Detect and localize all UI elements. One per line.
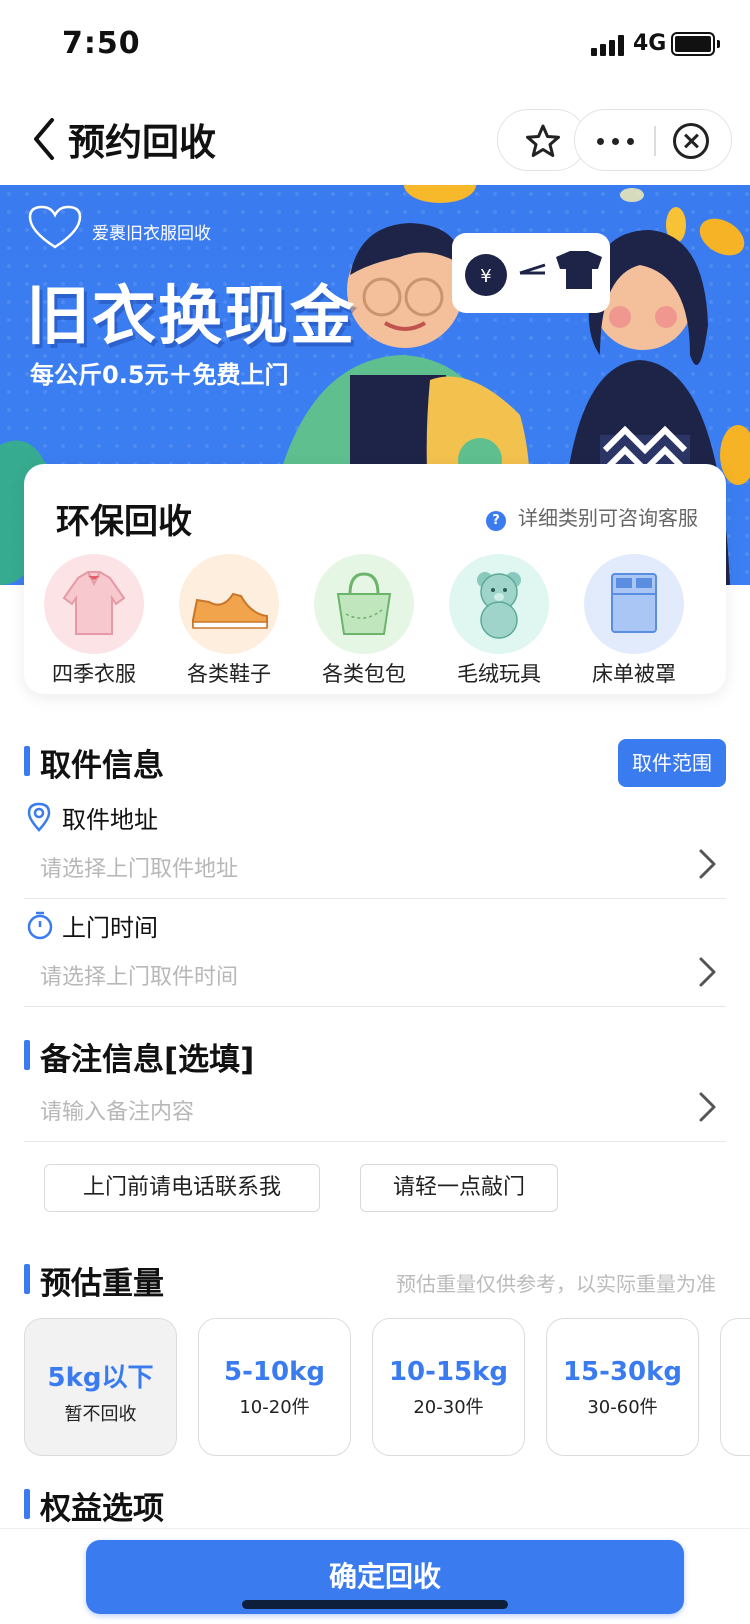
- remark-tag-call[interactable]: 上门前请电话联系我: [44, 1164, 320, 1212]
- chevron-right-icon: [699, 1092, 716, 1122]
- category-plush-toys[interactable]: 毛绒玩具: [439, 554, 559, 688]
- eco-recycle-card: 环保回收 ? 详细类别可咨询客服 四季衣服 各类鞋子 各类包包 毛绒玩具 床单被…: [24, 464, 726, 694]
- remark-title: 备注信息[选填]: [40, 1042, 255, 1078]
- weight-title: 预估重量: [40, 1266, 164, 1302]
- teddy-bear-icon: [449, 554, 549, 654]
- help-icon: ?: [486, 511, 506, 531]
- shoe-icon: [179, 554, 279, 654]
- chevron-right-icon: [699, 849, 716, 879]
- category-label: 各类包包: [322, 662, 406, 686]
- nav-bar: 预约回收: [0, 100, 750, 184]
- address-placeholder: 请选择上门取件地址: [40, 857, 239, 882]
- eco-hint-text: 详细类别可咨询客服: [518, 506, 698, 530]
- weight-range: 5-10kg: [224, 1357, 325, 1387]
- category-shoes[interactable]: 各类鞋子: [169, 554, 289, 688]
- bag-icon: [314, 554, 414, 654]
- svg-text:¥: ¥: [480, 266, 491, 287]
- back-arrow-icon[interactable]: [30, 116, 60, 162]
- page-title: 预约回收: [68, 121, 216, 164]
- weight-option[interactable]: 10-15kg 20-30件: [372, 1318, 525, 1456]
- status-time: 7:50: [62, 26, 141, 61]
- section-accent-bar: [24, 1489, 30, 1519]
- category-label: 各类鞋子: [187, 662, 271, 686]
- category-clothes[interactable]: 四季衣服: [34, 554, 154, 688]
- section-accent-bar: [24, 1264, 30, 1294]
- pickup-title: 取件信息: [40, 748, 164, 784]
- remark-tag-knock[interactable]: 请轻一点敲门: [360, 1164, 558, 1212]
- location-pin-icon: [27, 802, 51, 832]
- weight-items: 10-20件: [239, 1397, 310, 1418]
- eco-hint[interactable]: ? 详细类别可咨询客服: [486, 502, 698, 531]
- category-label: 床单被罩: [592, 662, 676, 686]
- category-bedding[interactable]: 床单被罩: [574, 554, 694, 688]
- banner-subline: 每公斤0.5元＋免费上门: [30, 361, 289, 389]
- remark-placeholder: 请输入备注内容: [40, 1100, 195, 1125]
- weight-range: 15-30kg: [562, 1357, 683, 1387]
- star-icon: [526, 124, 560, 157]
- address-picker[interactable]: 请选择上门取件地址: [24, 845, 726, 899]
- time-placeholder: 请选择上门取件时间: [40, 965, 239, 990]
- weight-option[interactable]: 5-10kg 10-20件: [198, 1318, 351, 1456]
- weight-range: 5kg以下: [47, 1363, 154, 1393]
- weight-option[interactable]: 5kg以下 暂不回收: [24, 1318, 177, 1456]
- pickup-range-button[interactable]: 取件范围: [618, 739, 726, 787]
- weight-items: 暂不回收: [64, 1404, 137, 1425]
- category-label: 四季衣服: [52, 662, 136, 686]
- brand-name: 爱裹旧衣服回收: [92, 224, 211, 244]
- category-bags[interactable]: 各类包包: [304, 554, 424, 688]
- miniapp-capsule: [574, 109, 732, 171]
- signal-icon: [591, 34, 625, 56]
- section-accent-bar: [24, 746, 30, 776]
- remark-input[interactable]: 请输入备注内容: [24, 1088, 726, 1142]
- time-picker[interactable]: 请选择上门取件时间: [24, 953, 726, 1007]
- weight-range: 10-15kg: [388, 1357, 509, 1387]
- page: 7:50 4G 预约回收 ¥ 爱裹旧衣服回收 旧衣换现金 每公斤0.5元＋免费上…: [0, 0, 750, 1624]
- close-icon[interactable]: [673, 123, 709, 159]
- section-accent-bar: [24, 1040, 30, 1070]
- weight-option[interactable]: 15-30kg 30-60件: [546, 1318, 699, 1456]
- benefits-title: 权益选项: [40, 1491, 164, 1527]
- network-label: 4G: [633, 31, 667, 56]
- stopwatch-icon: [27, 911, 53, 940]
- chevron-right-icon: [699, 957, 716, 987]
- bedsheet-icon: [584, 554, 684, 654]
- weight-items: 30-60件: [587, 1397, 658, 1418]
- home-indicator: [242, 1600, 508, 1609]
- weight-option-peek[interactable]: [720, 1318, 750, 1456]
- status-bar: 7:50 4G: [0, 0, 750, 90]
- brand-logo-icon: [28, 205, 82, 249]
- weight-note: 预估重量仅供参考，以实际重量为准: [396, 1272, 716, 1296]
- shirt-icon: [44, 554, 144, 654]
- eco-title: 环保回收: [56, 502, 192, 542]
- banner-headline: 旧衣换现金: [26, 280, 356, 354]
- weight-items: 20-30件: [413, 1397, 484, 1418]
- battery-icon: [671, 32, 720, 56]
- category-label: 毛绒玩具: [457, 662, 541, 686]
- capsule-divider: [654, 126, 656, 156]
